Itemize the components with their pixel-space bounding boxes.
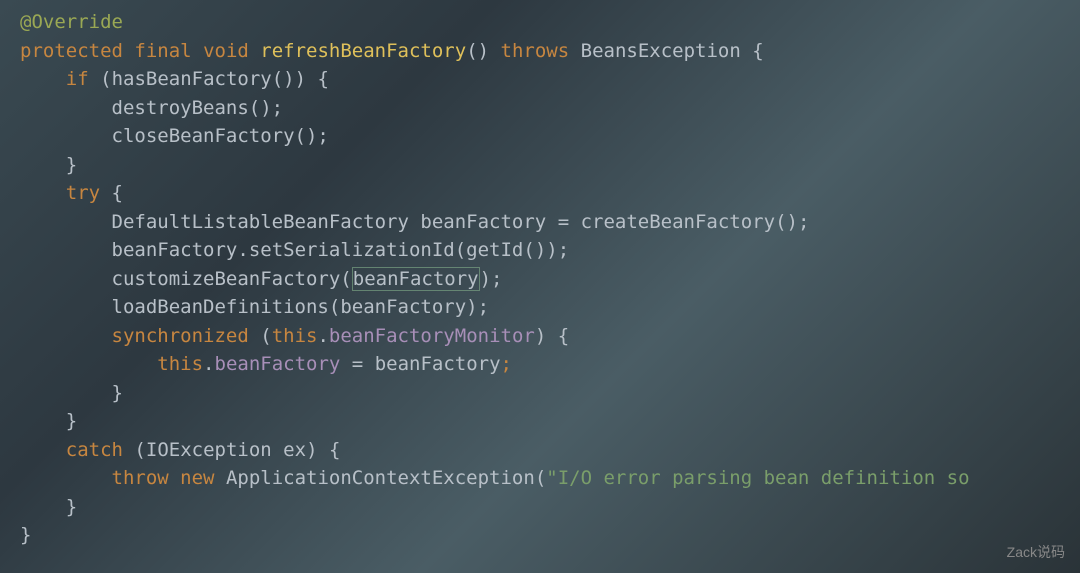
- code-editor[interactable]: @Override protected final void refreshBe…: [20, 8, 1080, 550]
- keyword-this: this: [157, 353, 203, 375]
- dot: .: [237, 239, 248, 261]
- brace: {: [752, 40, 763, 62]
- code-line: }: [20, 521, 1080, 550]
- variable: ex: [283, 439, 306, 461]
- code-line: DefaultListableBeanFactory beanFactory =…: [20, 208, 1080, 237]
- code-line: }: [20, 493, 1080, 522]
- keyword-final: final: [134, 40, 191, 62]
- code-line: if (hasBeanFactory()) {: [20, 65, 1080, 94]
- type-name: IOException: [146, 439, 272, 461]
- method-name: refreshBeanFactory: [260, 40, 466, 62]
- brace: }: [66, 154, 77, 176]
- method-call: customizeBeanFactory: [112, 268, 341, 290]
- type-name: DefaultListableBeanFactory: [112, 211, 409, 233]
- equals: =: [558, 211, 569, 233]
- paren: (: [535, 467, 546, 489]
- brace: }: [112, 382, 123, 404]
- brace: }: [20, 524, 31, 546]
- brace: {: [112, 182, 123, 204]
- string-literal: "I/O error parsing bean definition so: [546, 467, 969, 489]
- type-name: ApplicationContextException: [226, 467, 535, 489]
- parens: ());: [523, 239, 569, 261]
- keyword-new: new: [180, 467, 214, 489]
- parens: ();: [249, 97, 283, 119]
- paren: (: [134, 439, 145, 461]
- equals: =: [352, 353, 363, 375]
- variable: beanFactory: [375, 353, 501, 375]
- annotation: @Override: [20, 11, 123, 33]
- code-line: }: [20, 151, 1080, 180]
- keyword-catch: catch: [66, 439, 123, 461]
- brace: }: [66, 496, 77, 518]
- brace: }: [66, 410, 77, 432]
- code-line: closeBeanFactory();: [20, 122, 1080, 151]
- parens: );: [480, 268, 503, 290]
- parens: (): [466, 40, 489, 62]
- brace: {: [558, 325, 569, 347]
- paren: ): [535, 325, 546, 347]
- method-call: loadBeanDefinitions: [112, 296, 329, 318]
- dot: .: [203, 353, 214, 375]
- brace: {: [318, 68, 329, 90]
- method-call: hasBeanFactory: [112, 68, 272, 90]
- code-line: synchronized (this.beanFactoryMonitor) {: [20, 322, 1080, 351]
- variable: beanFactory: [112, 239, 238, 261]
- keyword-protected: protected: [20, 40, 123, 62]
- code-line: @Override: [20, 8, 1080, 37]
- keyword-synchronized: synchronized: [112, 325, 249, 347]
- paren: (: [329, 296, 340, 318]
- parens: ();: [295, 125, 329, 147]
- exception-type: BeansException: [581, 40, 741, 62]
- semicolon: ;: [501, 353, 512, 375]
- argument: beanFactory: [353, 268, 479, 290]
- code-line: catch (IOException ex) {: [20, 436, 1080, 465]
- parens: ();: [775, 211, 809, 233]
- code-line: destroyBeans();: [20, 94, 1080, 123]
- paren: (: [100, 68, 111, 90]
- code-line: customizeBeanFactory(beanFactory);: [20, 265, 1080, 294]
- field-name: beanFactoryMonitor: [329, 325, 535, 347]
- code-line: throw new ApplicationContextException("I…: [20, 464, 1080, 493]
- method-call: destroyBeans: [112, 97, 249, 119]
- code-line: loadBeanDefinitions(beanFactory);: [20, 293, 1080, 322]
- method-call: getId: [466, 239, 523, 261]
- field-name: beanFactory: [215, 353, 341, 375]
- paren: (: [260, 325, 271, 347]
- variable: beanFactory: [420, 211, 546, 233]
- keyword-this: this: [272, 325, 318, 347]
- paren: (: [340, 268, 351, 290]
- cursor-selection: beanFactory: [352, 267, 480, 291]
- keyword-throws: throws: [501, 40, 570, 62]
- code-line: beanFactory.setSerializationId(getId());: [20, 236, 1080, 265]
- paren: ): [306, 439, 317, 461]
- code-line: }: [20, 379, 1080, 408]
- code-line: try {: [20, 179, 1080, 208]
- dot: .: [317, 325, 328, 347]
- method-call: closeBeanFactory: [112, 125, 295, 147]
- paren: (: [455, 239, 466, 261]
- method-call: createBeanFactory: [581, 211, 775, 233]
- keyword-throw: throw: [112, 467, 169, 489]
- brace: {: [329, 439, 340, 461]
- watermark: Zack说码: [1007, 542, 1065, 563]
- code-line: protected final void refreshBeanFactory(…: [20, 37, 1080, 66]
- code-line: this.beanFactory = beanFactory;: [20, 350, 1080, 379]
- parens: ()): [272, 68, 306, 90]
- parens: );: [466, 296, 489, 318]
- code-line: }: [20, 407, 1080, 436]
- method-call: setSerializationId: [249, 239, 455, 261]
- argument: beanFactory: [340, 296, 466, 318]
- keyword-try: try: [66, 182, 100, 204]
- keyword-if: if: [66, 68, 89, 90]
- keyword-void: void: [203, 40, 249, 62]
